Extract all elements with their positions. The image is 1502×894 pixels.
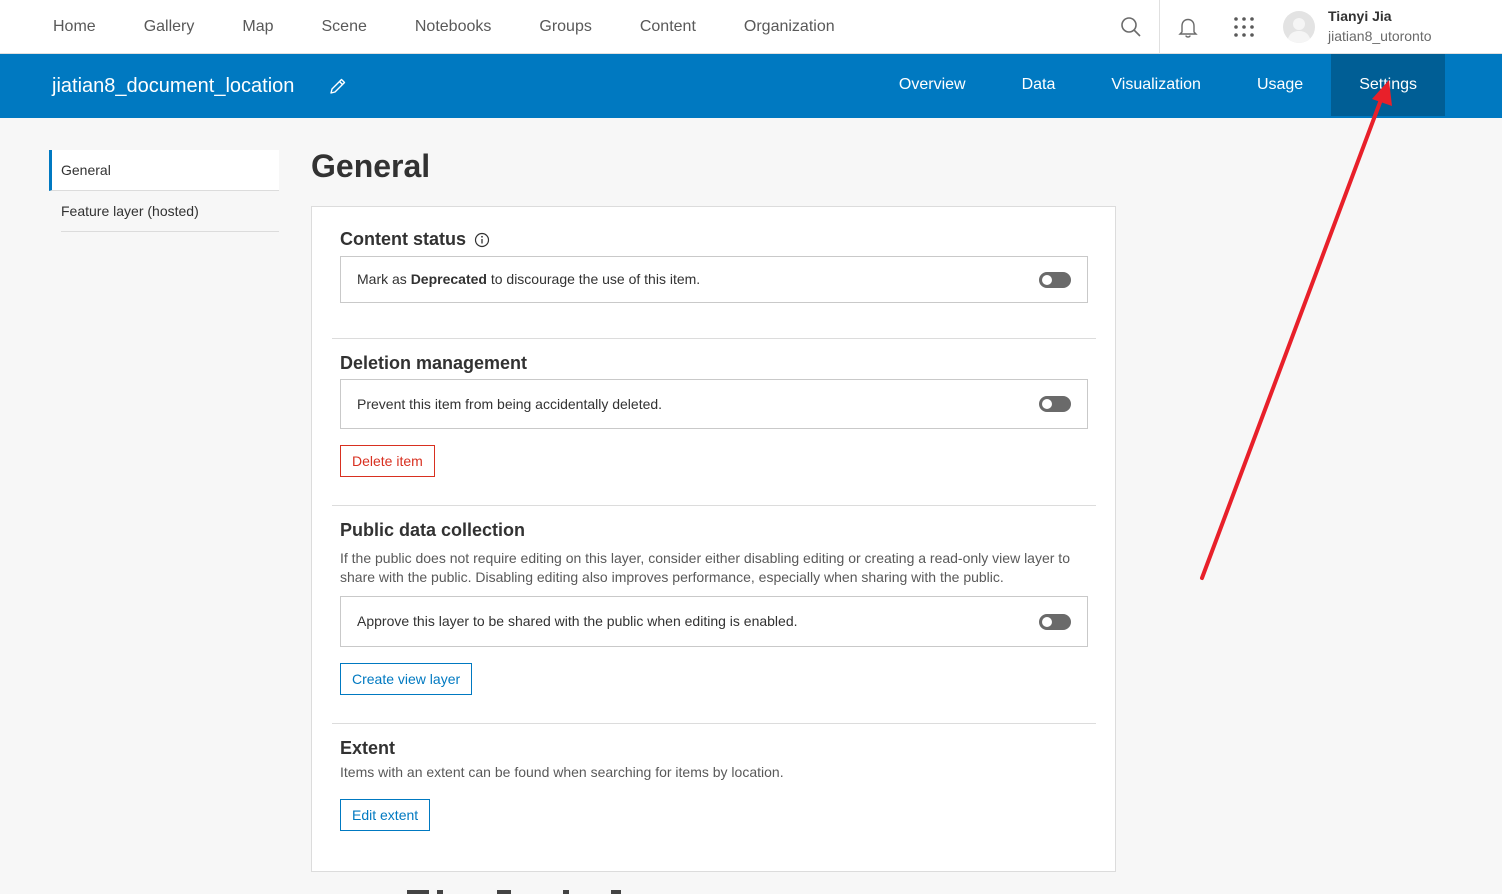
next-section-heading-cutoff — [311, 882, 651, 894]
page-title: General — [311, 148, 431, 184]
nav-link-organization[interactable]: Organization — [720, 0, 859, 54]
search-button[interactable] — [1103, 0, 1159, 54]
deprecated-label-bold: Deprecated — [410, 271, 487, 287]
delete-item-button[interactable]: Delete item — [340, 445, 435, 477]
create-view-layer-button[interactable]: Create view layer — [340, 663, 473, 695]
extent-title: Extent — [340, 738, 396, 758]
cutoff-glyph — [611, 890, 621, 894]
section-divider — [332, 338, 1096, 339]
toggle-knob — [1042, 399, 1052, 409]
tab-usage[interactable]: Usage — [1229, 54, 1331, 116]
user-names: Tianyi Jia jiatian8_utoronto — [1328, 7, 1432, 47]
main-nav-links: Home Gallery Map Scene Notebooks Groups … — [29, 0, 859, 54]
edit-extent-button[interactable]: Edit extent — [340, 799, 431, 831]
info-icon[interactable] — [474, 232, 490, 248]
nav-link-scene[interactable]: Scene — [298, 0, 391, 54]
general-settings-card: Content status Mark as Deprecated to dis… — [311, 206, 1116, 872]
user-menu[interactable]: Tianyi Jia jiatian8_utoronto — [1283, 6, 1432, 48]
toggle-knob — [1042, 617, 1052, 627]
extent-section: Extent Items with an extent can be found… — [340, 738, 1088, 831]
public-data-title: Public data collection — [340, 520, 526, 540]
content-status-section: Content status Mark as Deprecated to dis… — [340, 229, 1088, 303]
public-data-section: Public data collection If the public doe… — [340, 520, 1088, 695]
item-title: jiatian8_document_location — [52, 75, 295, 97]
user-username: jiatian8_utoronto — [1328, 28, 1432, 44]
notifications-button[interactable] — [1160, 0, 1216, 54]
deprecated-label-suffix: to discourage the use of this item. — [486, 271, 701, 287]
app-launcher-button[interactable] — [1216, 0, 1272, 54]
toggle-knob — [1042, 275, 1052, 285]
item-tabs: Overview Data Visualization Usage Settin… — [871, 54, 1445, 118]
app-launcher-icon — [1234, 17, 1254, 37]
item-header-bar: jiatian8_document_location Overview Data… — [0, 54, 1502, 118]
nav-link-groups[interactable]: Groups — [515, 0, 615, 54]
nav-link-content[interactable]: Content — [616, 0, 720, 54]
sidenav-item-feature-layer[interactable]: Feature layer (hosted) — [61, 191, 279, 232]
settings-side-nav: General Feature layer (hosted) — [49, 150, 279, 232]
cutoff-glyph — [563, 890, 569, 894]
content-status-title: Content status — [340, 229, 466, 249]
cutoff-glyph — [437, 890, 443, 894]
bell-icon — [1178, 18, 1198, 38]
cutoff-glyph — [497, 890, 511, 894]
nav-link-home[interactable]: Home — [29, 0, 120, 54]
nav-link-notebooks[interactable]: Notebooks — [391, 0, 516, 54]
user-full-name: Tianyi Jia — [1328, 8, 1392, 24]
deprecated-toggle-row: Mark as Deprecated to discourage the use… — [340, 256, 1088, 303]
delete-protection-label: Prevent this item from being accidentall… — [357, 396, 663, 412]
public-share-label: Approve this layer to be shared with the… — [357, 613, 798, 629]
nav-link-map[interactable]: Map — [218, 0, 297, 54]
delete-protection-row: Prevent this item from being accidentall… — [340, 379, 1088, 429]
search-icon — [1121, 17, 1141, 37]
section-divider — [332, 505, 1096, 506]
deprecated-toggle[interactable] — [1039, 272, 1071, 288]
deletion-title: Deletion management — [340, 353, 528, 373]
pencil-icon[interactable] — [328, 76, 348, 96]
tab-overview[interactable]: Overview — [871, 54, 994, 116]
nav-link-gallery[interactable]: Gallery — [120, 0, 219, 54]
public-data-description: If the public does not require editing o… — [340, 550, 1070, 585]
tab-visualization[interactable]: Visualization — [1083, 54, 1229, 116]
cutoff-glyph — [407, 890, 429, 894]
sidenav-item-general[interactable]: General — [49, 150, 279, 191]
content-status-heading: Content status — [340, 229, 1088, 250]
tab-settings[interactable]: Settings — [1331, 54, 1445, 116]
avatar — [1283, 11, 1315, 43]
public-share-toggle[interactable] — [1039, 614, 1071, 630]
top-navigation-bar: Home Gallery Map Scene Notebooks Groups … — [0, 0, 1502, 54]
deprecated-label-prefix: Mark as — [357, 271, 411, 287]
public-share-row: Approve this layer to be shared with the… — [340, 596, 1088, 647]
tab-data[interactable]: Data — [994, 54, 1084, 116]
arrow-shaft — [1200, 95, 1384, 580]
user-silhouette-icon — [1287, 18, 1311, 43]
delete-protection-toggle[interactable] — [1039, 396, 1071, 412]
deletion-section: Deletion management Prevent this item fr… — [340, 353, 1088, 477]
section-divider — [332, 723, 1096, 724]
extent-description: Items with an extent can be found when s… — [340, 764, 784, 780]
deprecated-toggle-label: Mark as Deprecated to discourage the use… — [357, 257, 700, 302]
